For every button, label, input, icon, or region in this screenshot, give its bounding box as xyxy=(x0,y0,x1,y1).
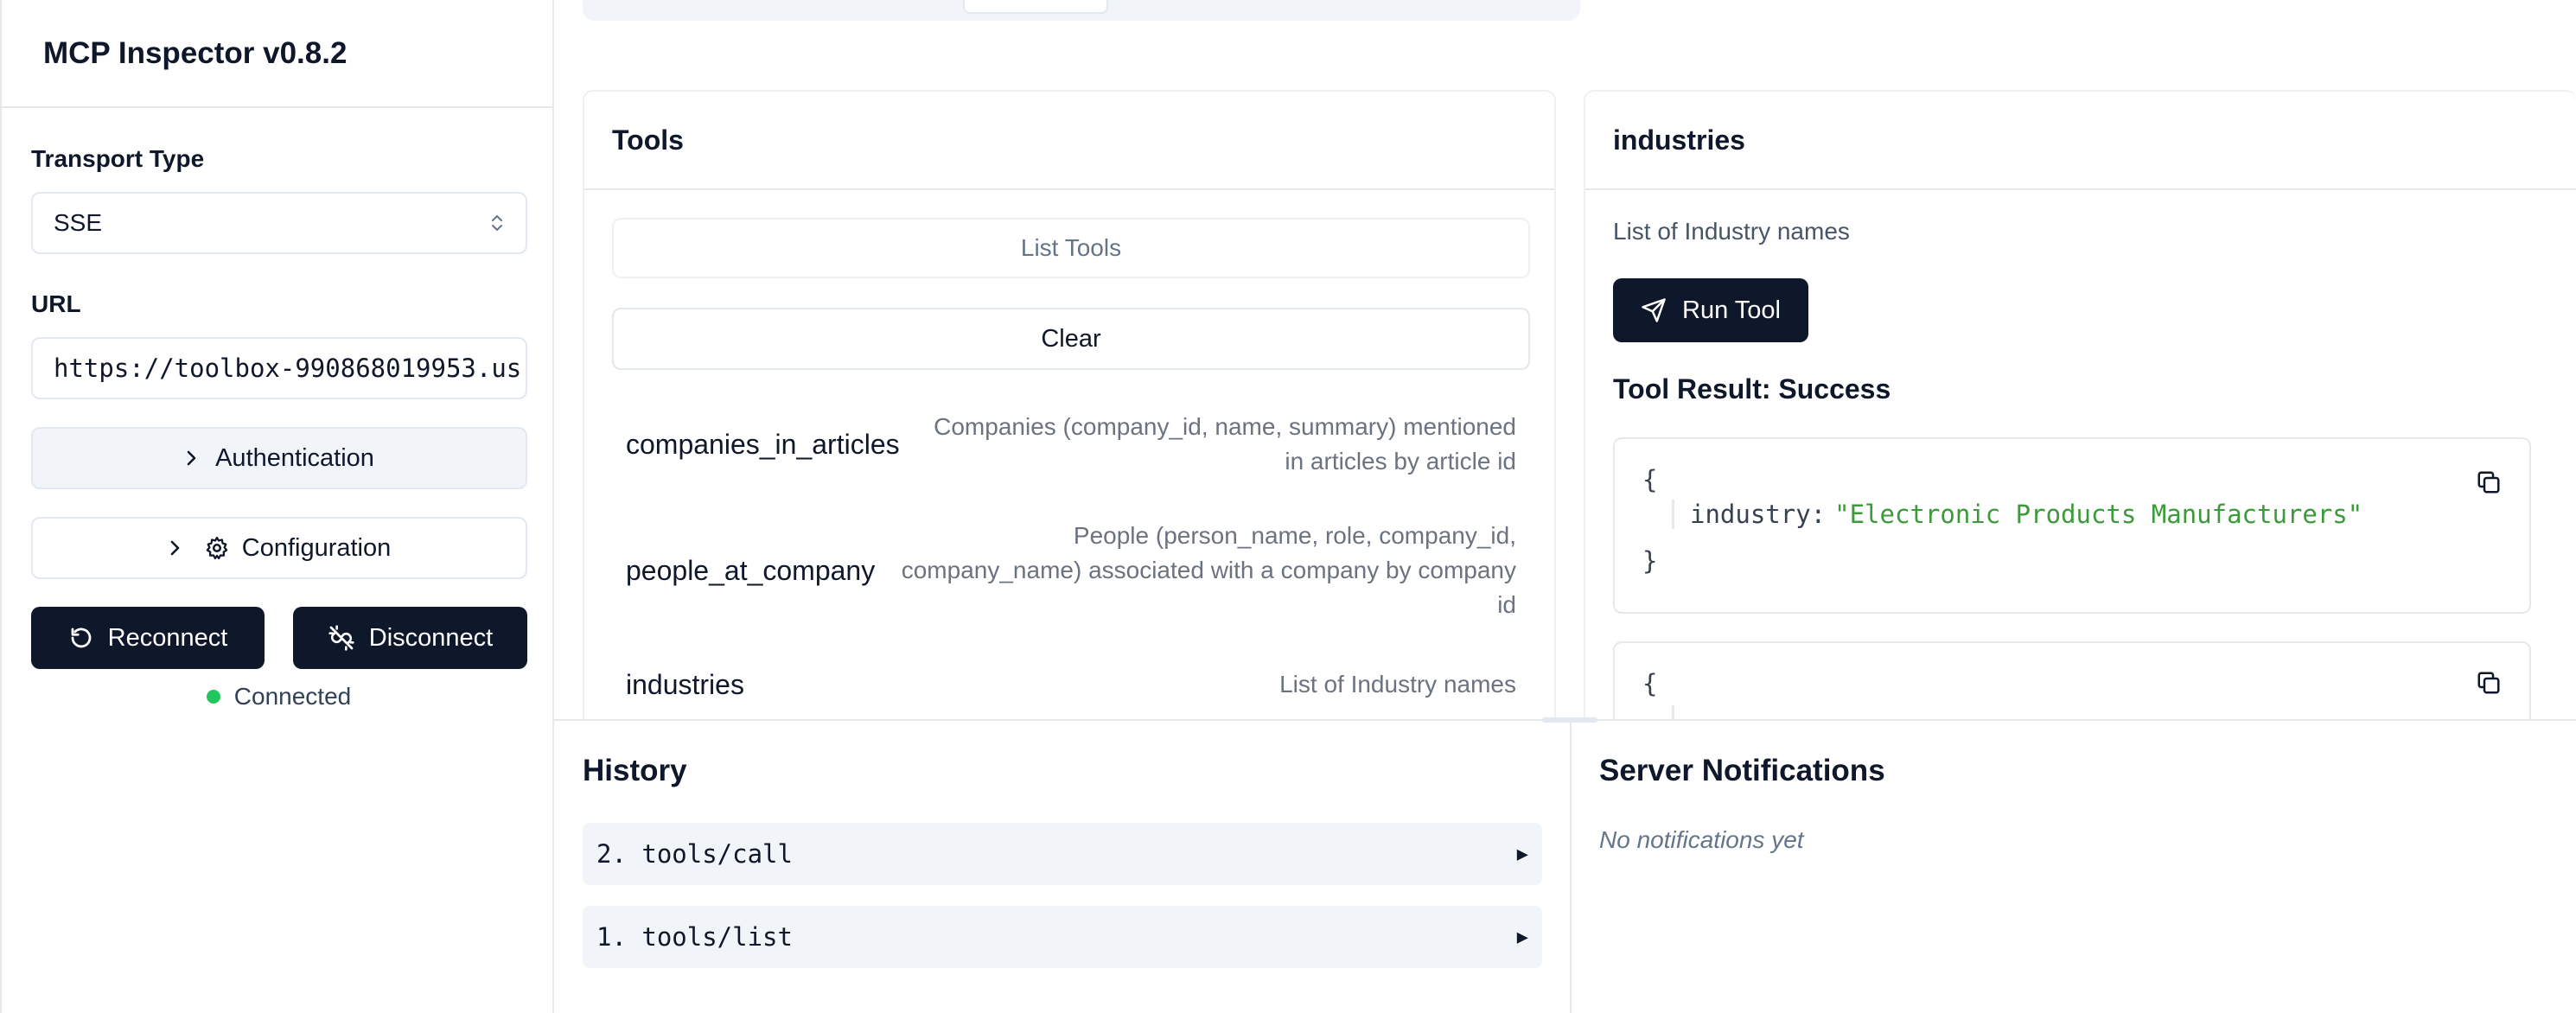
tools-panel-title: Tools xyxy=(584,92,1554,190)
history-section: History 2. tools/call ▶ 1. tools/list ▶ xyxy=(554,721,1570,1013)
gear-icon xyxy=(204,535,230,561)
configuration-toggle-button[interactable]: Configuration xyxy=(31,517,527,579)
json-open-brace: { xyxy=(1642,669,1658,698)
server-notifications-section: Server Notifications No notifications ye… xyxy=(1570,721,2576,1013)
app-title: MCP Inspector v0.8.2 xyxy=(43,35,348,70)
send-icon xyxy=(1641,297,1667,323)
tool-item-industries[interactable]: industries List of Industry names xyxy=(626,667,1516,702)
tool-name: companies_in_articles xyxy=(626,428,900,460)
configuration-label: Configuration xyxy=(241,533,392,562)
json-key: industry: xyxy=(1690,500,1827,529)
disconnect-label: Disconnect xyxy=(368,623,494,652)
transport-type-label: Transport Type xyxy=(31,145,205,172)
tool-description-line: People (person_name, role, company_id, xyxy=(1073,522,1516,549)
history-item[interactable]: 2. tools/call ▶ xyxy=(583,823,1542,885)
url-input[interactable]: https://toolbox-990868019953.us xyxy=(31,337,527,399)
tool-item-people-at-company[interactable]: people_at_company People (person_name, r… xyxy=(626,519,1516,622)
no-notifications-text: No notifications yet xyxy=(1599,826,1804,853)
json-open-brace: { xyxy=(1642,465,1658,494)
history-item-label: 2. tools/call xyxy=(596,839,793,869)
clear-button[interactable]: Clear xyxy=(612,308,1530,370)
disconnect-button[interactable]: Disconnect xyxy=(293,607,527,669)
json-close-brace: } xyxy=(1642,546,1658,576)
tool-description-line: Companies (company_id, name, summary) me… xyxy=(934,413,1516,440)
expand-arrow-icon: ▶ xyxy=(1516,926,1528,948)
transport-type-select[interactable]: SSE xyxy=(31,192,527,254)
unplug-icon xyxy=(328,624,355,652)
tool-name: industries xyxy=(626,668,744,700)
json-line: industry: "Electronic Products Manufactu… xyxy=(1672,500,2362,529)
chevron-right-icon xyxy=(168,538,182,558)
tool-description-line: company_name) associated with a company … xyxy=(901,557,1516,583)
tool-description-line: List of Industry names xyxy=(1279,671,1516,698)
tool-description: People (person_name, role, company_id, c… xyxy=(902,519,1516,622)
tools-panel: Tools List Tools Clear companies_in_arti… xyxy=(583,90,1556,721)
tool-detail-panel: industries List of Industry names Run To… xyxy=(1584,90,2576,721)
tool-detail-description: List of Industry names xyxy=(1613,218,1850,245)
list-tools-button[interactable]: List Tools xyxy=(612,218,1530,278)
tool-item-companies-in-articles[interactable]: companies_in_articles Companies (company… xyxy=(626,410,1516,479)
copy-icon[interactable] xyxy=(2476,669,2502,697)
tool-result-block: { industry: "Electronic Products Manufac… xyxy=(1613,437,2531,614)
authentication-toggle-button[interactable]: Authentication xyxy=(31,427,527,489)
tool-description: List of Industry names xyxy=(1279,667,1516,702)
sidebar-header: MCP Inspector v0.8.2 xyxy=(2,0,552,108)
history-title: History xyxy=(583,754,687,787)
tool-result-title: Tool Result: Success xyxy=(1613,373,1891,405)
url-label: URL xyxy=(31,290,81,317)
reconnect-button[interactable]: Reconnect xyxy=(31,607,265,669)
tool-description-line: in articles by article id xyxy=(1285,448,1516,475)
server-notifications-title: Server Notifications xyxy=(1599,754,1885,787)
tool-name: people_at_company xyxy=(626,554,876,586)
connection-status: Connected xyxy=(2,683,556,710)
status-text: Connected xyxy=(233,683,352,710)
resize-handle[interactable] xyxy=(1542,717,1597,723)
history-item[interactable]: 1. tools/list ▶ xyxy=(583,906,1542,968)
history-item-label: 1. tools/list xyxy=(596,922,793,952)
refresh-icon xyxy=(68,625,94,651)
expand-arrow-icon: ▶ xyxy=(1516,843,1528,865)
active-tab-indicator[interactable] xyxy=(963,0,1108,14)
json-value: "Electronic Products Manufacturers" xyxy=(1834,500,2363,529)
tool-result-block: { xyxy=(1613,641,2531,721)
status-dot-icon xyxy=(206,690,220,704)
copy-icon[interactable] xyxy=(2476,468,2502,496)
tool-detail-title: industries xyxy=(1585,92,2576,190)
chevron-right-icon xyxy=(184,448,198,468)
tool-description: Companies (company_id, name, summary) me… xyxy=(934,410,1516,479)
select-chevrons-icon xyxy=(489,212,505,234)
tool-description-line: id xyxy=(1497,591,1516,618)
run-tool-label: Run Tool xyxy=(1682,296,1781,324)
reconnect-label: Reconnect xyxy=(107,623,228,652)
transport-type-value: SSE xyxy=(54,209,103,236)
authentication-label: Authentication xyxy=(215,443,374,472)
run-tool-button[interactable]: Run Tool xyxy=(1613,278,1808,342)
sidebar: MCP Inspector v0.8.2 Transport Type SSE … xyxy=(0,0,554,1013)
